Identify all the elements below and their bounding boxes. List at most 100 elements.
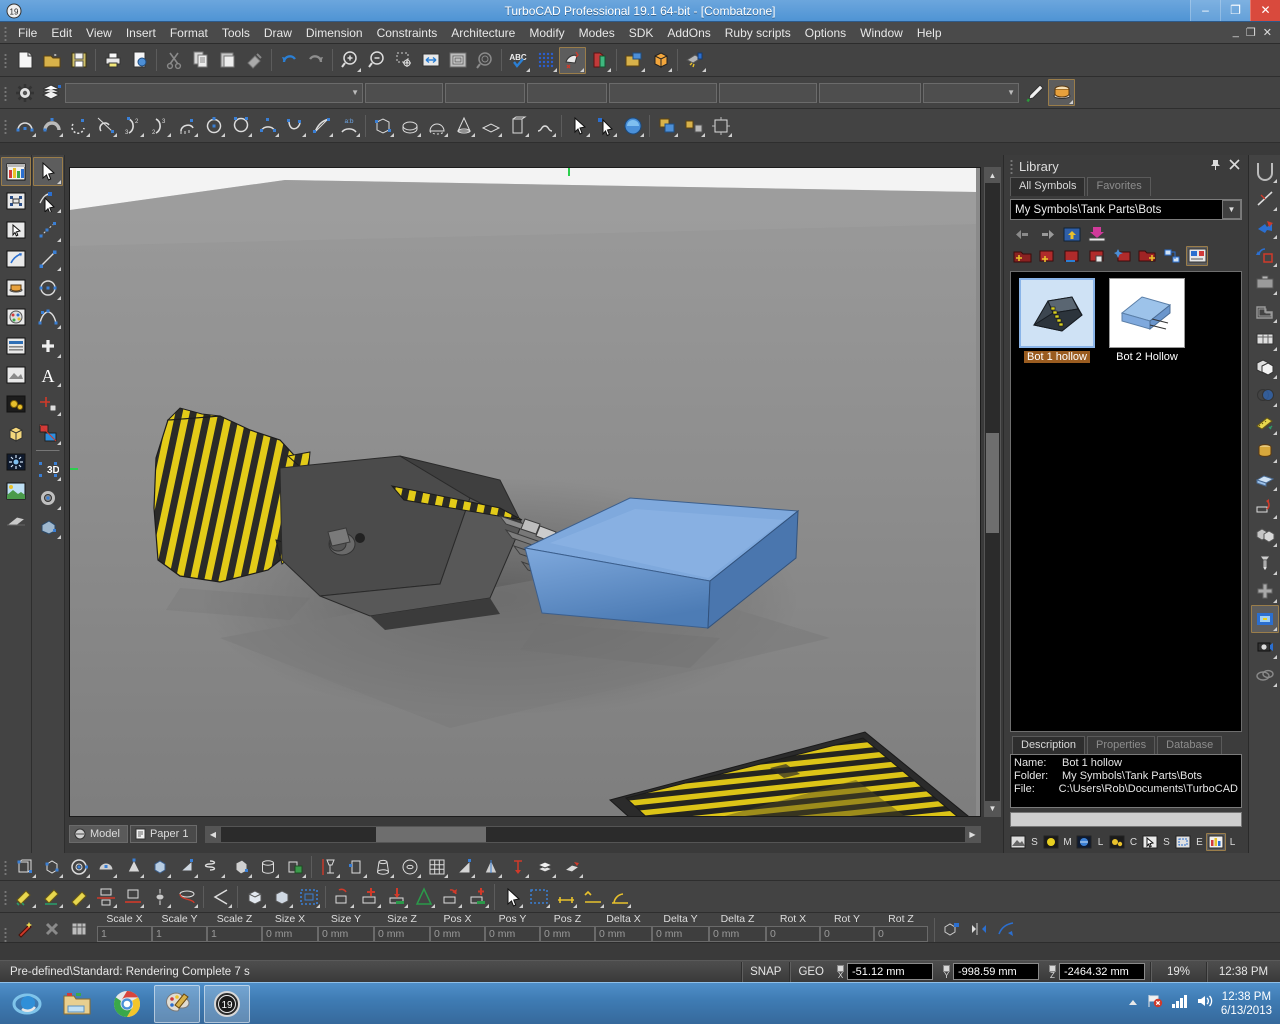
field-size-x-input[interactable]: 0 mm — [262, 926, 318, 942]
brushstyle-combo[interactable] — [609, 83, 717, 103]
drawing-viewport[interactable] — [69, 167, 981, 817]
gear-icon[interactable] — [11, 79, 38, 106]
solids-toolbar-gripper[interactable] — [2, 859, 9, 875]
select-mode-icon[interactable] — [498, 883, 525, 910]
toggle-lighting[interactable]: L — [1074, 833, 1106, 851]
group-select-icon[interactable] — [1251, 661, 1279, 689]
ungroup-icon[interactable] — [680, 112, 707, 139]
format-painter-icon[interactable] — [241, 47, 268, 74]
materials-icon[interactable] — [586, 47, 613, 74]
rotate-solid-icon[interactable] — [437, 883, 464, 910]
screw-icon[interactable] — [1251, 549, 1279, 577]
render-icon[interactable] — [559, 47, 586, 74]
arc-center-icon[interactable] — [11, 112, 38, 139]
angle-icon[interactable] — [207, 883, 234, 910]
toggle-library[interactable]: L — [1206, 833, 1238, 851]
back-icon[interactable] — [1011, 224, 1033, 244]
field-scale-y-input[interactable]: 1 — [152, 926, 207, 942]
globe-icon[interactable] — [1074, 833, 1094, 851]
properties-palette-icon[interactable] — [1, 331, 31, 360]
arc-chord-icon[interactable] — [227, 112, 254, 139]
close-icon[interactable] — [1229, 159, 1240, 174]
inspector-gripper[interactable] — [2, 926, 9, 942]
chrome-icon[interactable] — [104, 985, 150, 1023]
color-palette-icon[interactable] — [1, 302, 31, 331]
texture-map-icon[interactable] — [1251, 605, 1279, 633]
scroll-up-arrow-icon[interactable]: ▲ — [985, 168, 1000, 183]
surface-plane-icon[interactable] — [477, 112, 504, 139]
taskbar-clock[interactable]: 12:38 PM 6/13/2013 — [1221, 990, 1272, 1018]
boolean-add-icon[interactable] — [356, 883, 383, 910]
open-file-icon[interactable] — [38, 47, 65, 74]
plate-icon[interactable] — [558, 853, 585, 880]
helix-solid-icon[interactable] — [200, 853, 227, 880]
bounding-box-icon[interactable] — [295, 883, 322, 910]
menu-item-modes[interactable]: Modes — [572, 23, 622, 43]
copy-icon[interactable] — [187, 47, 214, 74]
field-delta-y-input[interactable]: 0 mm — [652, 926, 709, 942]
arc-3point-icon[interactable]: 23 — [119, 112, 146, 139]
menu-item-addons[interactable]: AddOns — [660, 23, 717, 43]
save-library-icon[interactable] — [1086, 246, 1108, 266]
loft-icon[interactable] — [369, 853, 396, 880]
copy-entity-icon[interactable] — [938, 915, 965, 942]
selection-info-palette-icon[interactable] — [1, 186, 31, 215]
3d-object-tool-icon[interactable]: 3D — [33, 454, 63, 483]
library-symbol-bot-1-hollow[interactable]: Bot 1 hollow — [1017, 278, 1097, 363]
mdi-minimize-button[interactable]: _ — [1231, 26, 1241, 39]
landscape-palette-icon[interactable] — [1, 476, 31, 505]
menu-item-draw[interactable]: Draw — [257, 23, 299, 43]
library-path-combo[interactable]: My Symbols\Tank Parts\Bots ▼ — [1010, 199, 1242, 220]
new-library-icon[interactable] — [1011, 246, 1033, 266]
extrude-icon[interactable] — [342, 853, 369, 880]
field-pos-z-input[interactable]: 0 mm — [540, 926, 595, 942]
selection-info-icon[interactable] — [1173, 833, 1193, 851]
viewport-vertical-scrollbar[interactable]: ▲ ▼ — [984, 167, 1001, 817]
dim-angular-icon[interactable] — [606, 883, 633, 910]
arc-curve-icon[interactable] — [281, 112, 308, 139]
standard-toolbar-gripper[interactable] — [2, 52, 9, 68]
open-folder-image-icon[interactable] — [620, 47, 647, 74]
delete-icon[interactable] — [38, 915, 65, 942]
table-icon[interactable] — [65, 915, 92, 942]
boolean-subtract-icon[interactable] — [329, 883, 356, 910]
slab-tool-icon[interactable] — [1251, 465, 1279, 493]
menu-item-ruby-scripts[interactable]: Ruby scripts — [718, 23, 798, 43]
dimstyle-combo[interactable]: ▼ — [923, 83, 1019, 103]
cursor-icon[interactable] — [1140, 833, 1160, 851]
surface-slab-icon[interactable] — [396, 112, 423, 139]
tab-database[interactable]: Database — [1157, 736, 1222, 754]
align-top-icon[interactable] — [92, 883, 119, 910]
3d-view-palette-icon[interactable] — [1, 418, 31, 447]
chamfer-icon[interactable] — [1251, 157, 1279, 185]
pen-icon[interactable] — [1021, 79, 1048, 106]
menu-item-file[interactable]: File — [11, 23, 44, 43]
paste-icon[interactable] — [214, 47, 241, 74]
undo-action-icon[interactable] — [1251, 493, 1279, 521]
field-size-y-input[interactable]: 0 mm — [318, 926, 374, 942]
layer-combo[interactable]: ▼ — [65, 83, 363, 103]
arc-ab-icon[interactable]: a:b — [335, 112, 362, 139]
select-arrow-icon[interactable] — [565, 112, 592, 139]
forward-icon[interactable] — [1036, 224, 1058, 244]
prism-solid-icon[interactable] — [227, 853, 254, 880]
stack-icon[interactable] — [531, 853, 558, 880]
select-region-icon[interactable] — [525, 883, 552, 910]
table-tool-icon[interactable] — [1251, 325, 1279, 353]
zoom-level[interactable]: 19% — [1150, 962, 1206, 982]
node-edit-tool-icon[interactable] — [33, 186, 63, 215]
download-symbol-icon[interactable] — [1086, 224, 1108, 244]
menu-item-modify[interactable]: Modify — [522, 23, 571, 43]
save-file-icon[interactable] — [65, 47, 92, 74]
hemisphere-solid-icon[interactable] — [92, 853, 119, 880]
tab-all-symbols[interactable]: All Symbols — [1010, 177, 1085, 196]
3d-sphere-tool-icon[interactable] — [33, 483, 63, 512]
duplicate-icon[interactable] — [1251, 353, 1279, 381]
internet-explorer-icon[interactable] — [4, 985, 50, 1023]
trim-icon[interactable] — [1251, 185, 1279, 213]
cut-icon[interactable] — [160, 47, 187, 74]
tab-properties[interactable]: Properties — [1087, 736, 1155, 754]
curve-tool-icon[interactable] — [992, 915, 1019, 942]
hatch-tool-icon[interactable] — [33, 418, 63, 447]
undo-icon[interactable] — [275, 47, 302, 74]
